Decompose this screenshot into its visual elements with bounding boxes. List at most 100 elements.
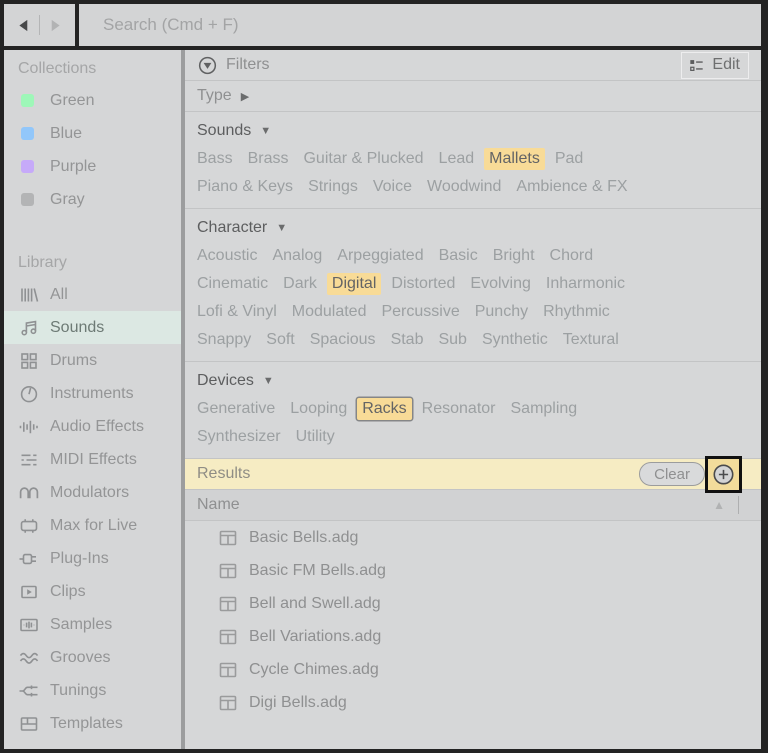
filter-tag-line: Acoustic Analog Arpeggiated Basic Bright Chor… — [197, 242, 749, 270]
filter-tag-analog[interactable]: Analog — [272, 247, 322, 265]
filter-section-type: Type ▶ — [185, 81, 761, 112]
filter-tag-racks[interactable]: Racks — [357, 398, 412, 420]
table-row[interactable]: Bell and Swell.adg — [185, 587, 761, 620]
back-button[interactable] — [17, 19, 30, 32]
filter-tag-lofi-vinyl[interactable]: Lofi & Vinyl — [197, 303, 277, 321]
sidebar-item-plug-ins[interactable]: Plug-Ins — [4, 542, 181, 575]
filter-tag-looping[interactable]: Looping — [290, 400, 347, 418]
sidebar-item-sounds[interactable]: Sounds — [4, 311, 181, 344]
add-filter-button[interactable] — [705, 456, 742, 493]
filter-section-character: Character ▼ Acoustic Analog Arpeggiated Basic… — [185, 209, 761, 362]
table-row[interactable]: Basic Bells.adg — [185, 521, 761, 554]
sidebar-item-max-for-live[interactable]: Max for Live — [4, 509, 181, 542]
name-column-header[interactable]: Name ▲ — [185, 490, 761, 521]
collections-header: Collections — [18, 60, 97, 77]
filter-tag-sampling[interactable]: Sampling — [511, 400, 578, 418]
filter-tag-strings[interactable]: Strings — [308, 178, 358, 196]
filter-tag-rhythmic[interactable]: Rhythmic — [543, 303, 610, 321]
filter-tag-guitar-plucked[interactable]: Guitar & Plucked — [303, 150, 423, 168]
filter-tag-inharmonic[interactable]: Inharmonic — [546, 275, 625, 293]
sidebar-item-instruments[interactable]: Instruments — [4, 377, 181, 410]
forward-button[interactable] — [49, 19, 62, 32]
filter-tag-acoustic[interactable]: Acoustic — [197, 247, 257, 265]
filter-tag-synthesizer[interactable]: Synthesizer — [197, 428, 281, 446]
sidebar-item-grooves[interactable]: Grooves — [4, 641, 181, 674]
filter-tag-voice[interactable]: Voice — [373, 178, 412, 196]
sort-ascending-icon[interactable]: ▲ — [713, 498, 725, 512]
collection-label: Blue — [50, 124, 83, 142]
filter-section-header-sounds[interactable]: Sounds ▼ — [197, 117, 749, 145]
sidebar-item-label: Drums — [50, 351, 98, 369]
filter-tag-bright[interactable]: Bright — [493, 247, 535, 265]
sounds-icon — [18, 317, 44, 339]
filter-tag-synthetic[interactable]: Synthetic — [482, 331, 548, 349]
column-divider[interactable] — [738, 496, 739, 514]
filter-tag-sub[interactable]: Sub — [438, 331, 466, 349]
filter-tag-arpeggiated[interactable]: Arpeggiated — [337, 247, 423, 265]
filter-tag-modulated[interactable]: Modulated — [292, 303, 367, 321]
filter-tag-chord[interactable]: Chord — [550, 247, 594, 265]
filter-tag-soft[interactable]: Soft — [266, 331, 294, 349]
filter-tag-punchy[interactable]: Punchy — [475, 303, 528, 321]
table-row[interactable]: Bell Variations.adg — [185, 620, 761, 653]
filter-tag-spacious[interactable]: Spacious — [310, 331, 376, 349]
collection-item-green[interactable]: Green — [4, 84, 181, 117]
filter-section-header-devices[interactable]: Devices ▼ — [197, 367, 749, 395]
filters-title: Filters — [226, 56, 270, 73]
filter-tag-distorted[interactable]: Distorted — [391, 275, 455, 293]
filter-tag-ambience-fx[interactable]: Ambience & FX — [516, 178, 627, 196]
sidebar-item-all[interactable]: All — [4, 278, 181, 311]
filter-tag-generative[interactable]: Generative — [197, 400, 275, 418]
filter-tag-resonator[interactable]: Resonator — [422, 400, 496, 418]
back-arrow-icon — [19, 19, 28, 31]
filter-section-header-type[interactable]: Type ▶ — [197, 82, 249, 110]
filter-tag-stab[interactable]: Stab — [391, 331, 424, 349]
table-row[interactable]: Digi Bells.adg — [185, 686, 761, 719]
filter-section-label: Sounds — [197, 122, 252, 139]
filter-tag-percussive[interactable]: Percussive — [381, 303, 459, 321]
filter-tag-textural[interactable]: Textural — [563, 331, 619, 349]
filter-tag-snappy[interactable]: Snappy — [197, 331, 251, 349]
sidebar-item-clips[interactable]: Clips — [4, 575, 181, 608]
clear-button[interactable]: Clear — [639, 462, 705, 486]
sidebar-item-tunings[interactable]: Tunings — [4, 674, 181, 707]
filter-tag-digital[interactable]: Digital — [326, 273, 382, 295]
filter-tag-brass[interactable]: Brass — [248, 150, 289, 168]
filter-tag-cinematic[interactable]: Cinematic — [197, 275, 268, 293]
color-swatch — [21, 160, 34, 173]
sidebar-item-label: Sounds — [50, 318, 105, 336]
table-row[interactable]: Cycle Chimes.adg — [185, 653, 761, 686]
filter-tag-dark[interactable]: Dark — [283, 275, 317, 293]
sidebar-item-samples[interactable]: Samples — [4, 608, 181, 641]
sidebar-item-templates[interactable]: Templates — [4, 707, 181, 740]
filters-collapse-button[interactable] — [197, 55, 218, 76]
collection-item-blue[interactable]: Blue — [4, 117, 181, 150]
name-header-label: Name — [197, 496, 240, 513]
sidebar-item-audio-effects[interactable]: Audio Effects — [4, 410, 181, 443]
collection-item-gray[interactable]: Gray — [4, 183, 181, 216]
filter-tag-lead[interactable]: Lead — [439, 150, 475, 168]
sidebar-item-drums[interactable]: Drums — [4, 344, 181, 377]
sidebar-item-midi-effects[interactable]: MIDI Effects — [4, 443, 181, 476]
grooves-icon — [18, 647, 44, 669]
sidebar-item-label: Instruments — [50, 384, 134, 402]
collection-item-purple[interactable]: Purple — [4, 150, 181, 183]
rack-icon — [217, 527, 239, 549]
filter-tag-piano-keys[interactable]: Piano & Keys — [197, 178, 293, 196]
filter-tag-mallets[interactable]: Mallets — [484, 148, 545, 170]
filter-tag-utility[interactable]: Utility — [296, 428, 335, 446]
filter-tag-woodwind[interactable]: Woodwind — [427, 178, 501, 196]
table-row[interactable]: Basic FM Bells.adg — [185, 554, 761, 587]
sidebar-item-label: Max for Live — [50, 516, 138, 534]
filter-tag-bass[interactable]: Bass — [197, 150, 233, 168]
filter-tag-pad[interactable]: Pad — [555, 150, 583, 168]
filter-tag-evolving[interactable]: Evolving — [470, 275, 530, 293]
sidebar-item-modulators[interactable]: Modulators — [4, 476, 181, 509]
filter-section-header-character[interactable]: Character ▼ — [197, 214, 749, 242]
filter-tag-basic[interactable]: Basic — [439, 247, 478, 265]
search-input[interactable]: Search (Cmd + F) — [79, 4, 761, 46]
filter-tag-line: Snappy Soft Spacious Stab Sub Synthetic Textur… — [197, 326, 749, 354]
results-title: Results — [197, 465, 251, 482]
edit-button[interactable]: Edit — [681, 51, 749, 79]
